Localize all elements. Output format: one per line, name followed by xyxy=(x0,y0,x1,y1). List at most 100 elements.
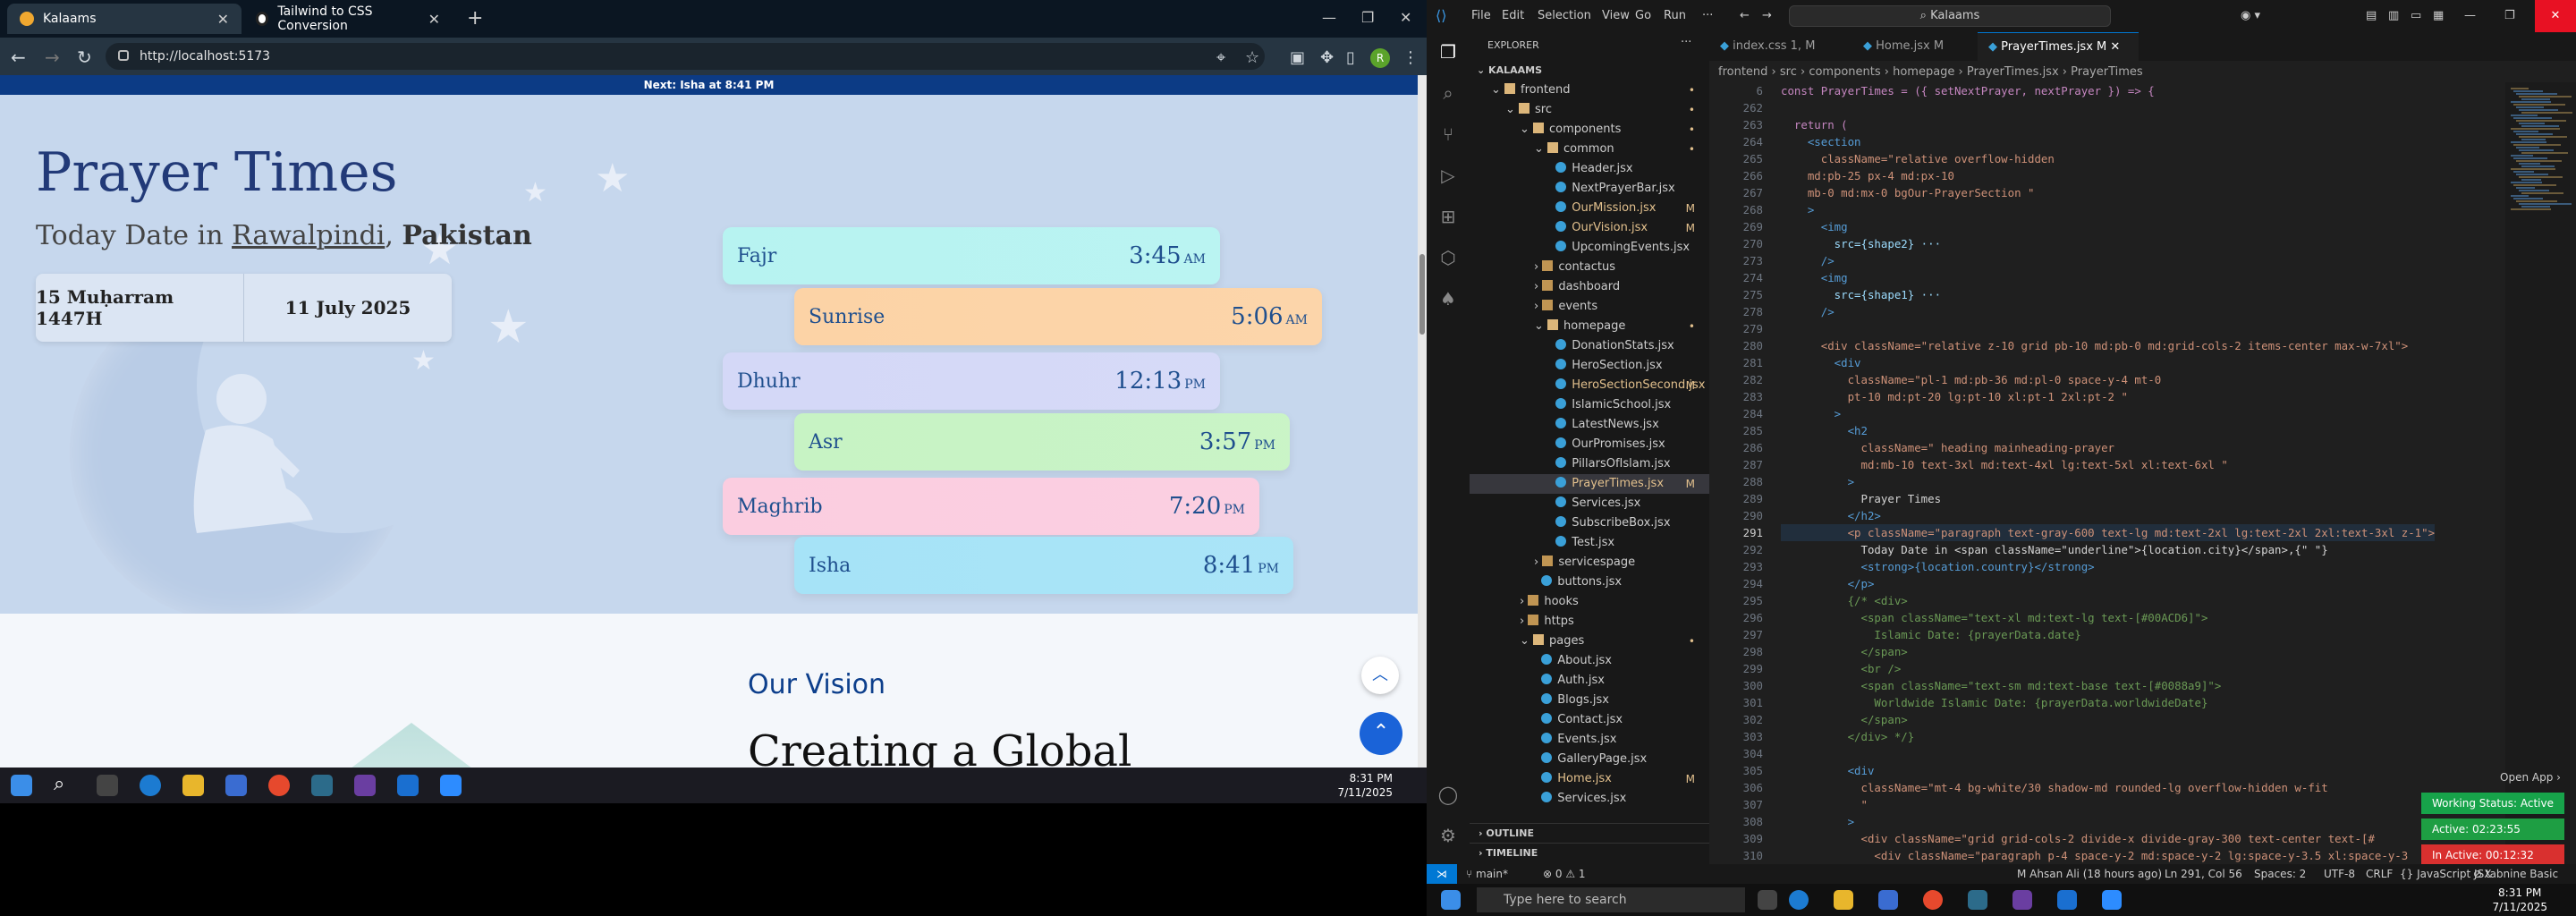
code-line[interactable]: <img xyxy=(1781,269,1848,286)
browser-tab-kalaams[interactable]: Kalaams ✕ xyxy=(7,4,242,34)
code-line[interactable]: " xyxy=(1781,796,1868,813)
editor-tab[interactable]: ◆ index.css 1, M xyxy=(1709,32,1852,61)
zoom-icon[interactable] xyxy=(440,775,462,796)
file-item[interactable]: LatestNews.jsx xyxy=(1470,415,1709,435)
forward-icon[interactable]: → xyxy=(1762,9,1772,22)
folder-item[interactable]: ⌄ homepage • xyxy=(1470,317,1709,336)
file-item[interactable]: buttons.jsx xyxy=(1470,572,1709,592)
folder-item[interactable]: › https xyxy=(1470,612,1709,632)
profile-avatar[interactable]: R xyxy=(1370,48,1390,68)
search-icon[interactable]: ⌕ xyxy=(54,775,75,796)
account-icon[interactable]: ◯ xyxy=(1437,784,1459,805)
file-explorer-icon[interactable] xyxy=(182,775,204,796)
file-item[interactable]: PrayerTimes.jsx M xyxy=(1470,474,1709,494)
line-ending[interactable]: CRLF xyxy=(2366,864,2393,884)
file-item[interactable]: HeroSectionSecond.jsx M xyxy=(1470,376,1709,395)
code-line[interactable]: <div xyxy=(1781,762,1875,779)
secondary-sidebar-icon[interactable]: ▦ xyxy=(2433,9,2444,22)
file-explorer-icon[interactable] xyxy=(1834,890,1853,910)
bookmark-star-icon[interactable]: ☆ xyxy=(1245,48,1259,67)
code-line[interactable]: /> xyxy=(1781,252,1835,269)
breadcrumb[interactable]: frontend › src › components › homepage ›… xyxy=(1709,63,2576,82)
file-item[interactable]: OurVision.jsx M xyxy=(1470,218,1709,238)
file-item[interactable]: About.jsx xyxy=(1470,651,1709,671)
back-icon[interactable]: ← xyxy=(11,47,26,68)
folder-item[interactable]: ⌄ frontend • xyxy=(1470,81,1709,100)
vscode-icon[interactable] xyxy=(397,775,419,796)
code-line[interactable]: > xyxy=(1781,405,1841,422)
code-line[interactable]: <br /> xyxy=(1781,660,1902,677)
reload-icon[interactable]: ↻ xyxy=(77,47,92,68)
code-line[interactable]: pt-10 md:pt-20 lg:pt-10 xl:pt-1 2xl:pt-2… xyxy=(1781,388,2128,405)
code-line[interactable]: <div className="relative z-10 grid pb-10… xyxy=(1781,337,2408,354)
code-line[interactable]: <h2 xyxy=(1781,422,1868,439)
menu-more[interactable]: ··· xyxy=(1702,9,1713,22)
app-icon[interactable] xyxy=(1968,890,1987,910)
code-view[interactable]: 6 const PrayerTimes = ({ setNextPrayer, n… xyxy=(1709,82,2505,869)
editor-tab[interactable]: ◆ Home.jsx M xyxy=(1852,32,1978,61)
task-view-icon[interactable] xyxy=(97,775,118,796)
code-line[interactable]: > xyxy=(1781,813,1854,830)
browser-menu-icon[interactable]: ⋮ xyxy=(1402,48,1419,67)
code-line[interactable]: <img xyxy=(1781,218,1848,235)
code-line[interactable]: const PrayerTimes = ({ setNextPrayer, ne… xyxy=(1781,82,2155,99)
file-item[interactable]: Test.jsx xyxy=(1470,533,1709,553)
code-line[interactable]: className="mt-4 bg-white/30 shadow-md ro… xyxy=(1781,779,2328,796)
code-line[interactable]: <div className="grid grid-cols-2 divide-… xyxy=(1781,830,2375,847)
folder-item[interactable]: ⌄ common • xyxy=(1470,140,1709,159)
timeline-section[interactable]: › TIMELINE xyxy=(1470,843,1709,862)
file-item[interactable]: OurPromises.jsx xyxy=(1470,435,1709,454)
store-icon[interactable] xyxy=(1878,890,1898,910)
explorer-icon[interactable]: ❐ xyxy=(1437,41,1459,63)
maximize-icon[interactable]: ❐ xyxy=(1361,9,1374,26)
file-item[interactable]: IslamicSchool.jsx xyxy=(1470,395,1709,415)
folder-item[interactable]: › hooks xyxy=(1470,592,1709,612)
code-line[interactable]: </span> xyxy=(1781,711,1908,728)
code-line[interactable]: <strong>{location.country}</strong> xyxy=(1781,558,2095,575)
file-item[interactable]: Contact.jsx xyxy=(1470,710,1709,730)
folder-item[interactable]: ⌄ src • xyxy=(1470,100,1709,120)
close-tab-icon[interactable]: ✕ xyxy=(428,11,440,28)
extension-icon[interactable]: ▣ xyxy=(1290,48,1305,67)
encoding[interactable]: UTF-8 xyxy=(2324,864,2355,884)
store-icon[interactable] xyxy=(225,775,247,796)
file-item[interactable]: Auth.jsx xyxy=(1470,671,1709,691)
code-line[interactable]: src={shape1} ··· xyxy=(1781,286,1941,303)
file-item[interactable]: PillarsOfIslam.jsx xyxy=(1470,454,1709,474)
folder-item[interactable]: › servicespage xyxy=(1470,553,1709,572)
code-line[interactable]: <span className="text-xl md:text-lg text… xyxy=(1781,609,2208,626)
code-line[interactable]: </div> */} xyxy=(1781,728,1915,745)
code-line[interactable]: <section xyxy=(1781,133,1861,150)
windows-start-icon[interactable] xyxy=(1441,890,1461,910)
code-line[interactable]: Prayer Times xyxy=(1781,490,1942,507)
code-line[interactable]: Islamic Date: {prayerData.date} xyxy=(1781,626,2080,643)
file-item[interactable]: SubscribeBox.jsx xyxy=(1470,513,1709,533)
code-line[interactable]: </p> xyxy=(1781,575,1875,592)
menu-run[interactable]: Run xyxy=(1664,9,1686,22)
code-line[interactable]: <div xyxy=(1781,354,1861,371)
file-item[interactable]: Events.jsx xyxy=(1470,730,1709,750)
file-item[interactable]: GalleryPage.jsx xyxy=(1470,750,1709,769)
manage-gear-icon[interactable]: ⚙ xyxy=(1437,825,1459,846)
code-line[interactable]: md:mb-10 text-3xl md:text-4xl lg:text-5x… xyxy=(1781,456,2228,473)
zoom-icon[interactable] xyxy=(2102,890,2122,910)
folder-item[interactable]: ⌄ components • xyxy=(1470,120,1709,140)
code-line[interactable]: return ( xyxy=(1781,116,1848,133)
code-line[interactable]: /> xyxy=(1781,303,1835,320)
file-item[interactable]: NextPrayerBar.jsx xyxy=(1470,179,1709,199)
file-item[interactable]: Header.jsx xyxy=(1470,159,1709,179)
file-item[interactable]: Services.jsx xyxy=(1470,494,1709,513)
file-item[interactable]: DonationStats.jsx xyxy=(1470,336,1709,356)
git-blame[interactable]: M Ahsan Ali (18 hours ago) xyxy=(2017,864,2162,884)
location-icon[interactable]: ⌖ xyxy=(1216,48,1225,67)
code-line[interactable]: mb-0 md:mx-0 bgOur-PrayerSection " xyxy=(1781,184,2035,201)
search-icon[interactable]: ⌕ xyxy=(1437,82,1459,104)
panel-toggle-icon[interactable]: ▭ xyxy=(2411,9,2421,22)
code-line[interactable]: Worldwide Islamic Date: {prayerData.worl… xyxy=(1781,694,2207,711)
chevron-up-icon[interactable]: ︿ xyxy=(1361,657,1399,694)
code-line[interactable]: className="pl-1 md:pb-36 md:pl-0 space-y… xyxy=(1781,371,2162,388)
editor-tab[interactable]: ◆ PrayerTimes.jsx M ✕ xyxy=(1978,32,2139,61)
branch-icon[interactable]: ⑂ main* xyxy=(1466,864,1508,884)
code-line[interactable]: <p className="paragraph text-gray-600 te… xyxy=(1781,524,2436,541)
menu-file[interactable]: File xyxy=(1471,9,1491,22)
